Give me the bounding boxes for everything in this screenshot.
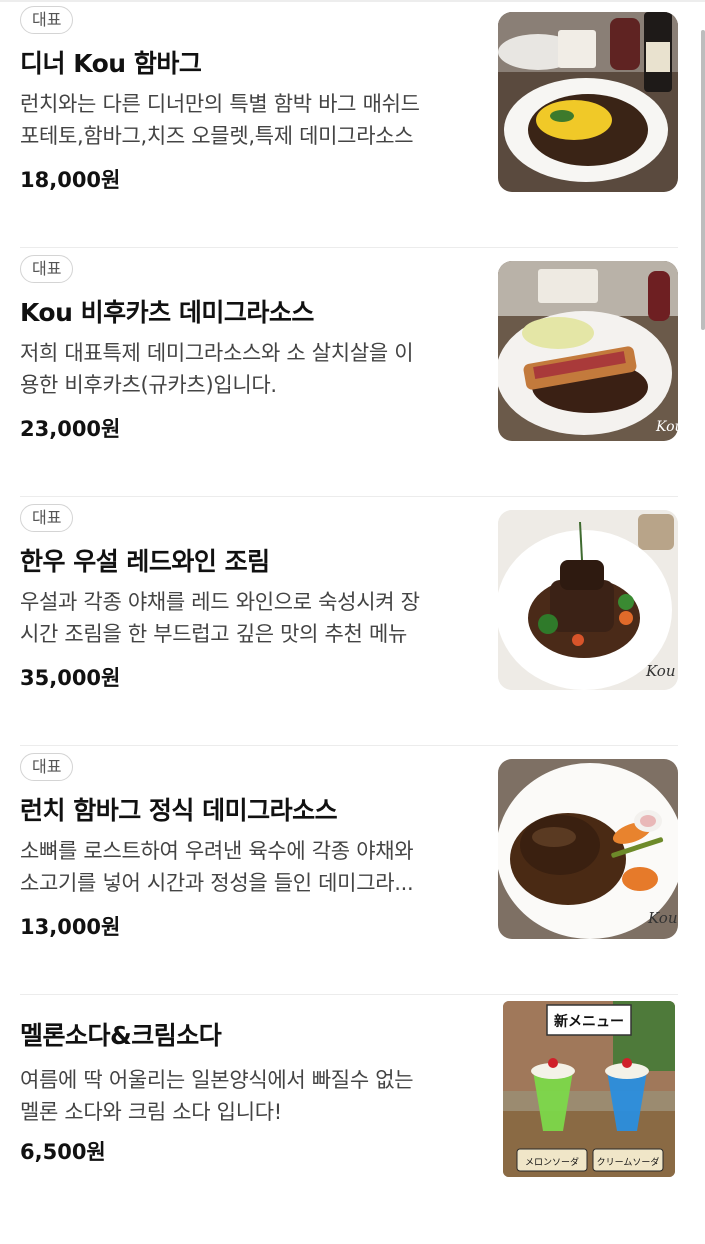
menu-item-description: 여름에 딱 어울리는 일본양식에서 빠질수 없는 멜론 소다와 크림 소다 입니다… <box>20 1068 414 1124</box>
beef-tongue-stew-photo[interactable]: Kou <box>498 510 678 690</box>
signature-badge: 대표 <box>20 504 74 532</box>
menu-item-title: 런치 함바그 정식 데미그라소스 <box>20 796 338 825</box>
item-divider <box>20 247 678 248</box>
svg-text:新メニュー: 新メニュー <box>554 1013 624 1030</box>
menu-item-price: 6,500원 <box>20 1140 106 1164</box>
menu-item-title: Kou 비후카츠 데미그라소스 <box>20 298 314 327</box>
hamburg-steak-dinner-photo[interactable] <box>498 12 678 192</box>
svg-text:Kou: Kou <box>645 662 676 680</box>
menu-item[interactable]: 멜론소다&크림소다 여름에 딱 어울리는 일본양식에서 빠질수 없는 멜론 소다와… <box>0 996 705 1244</box>
menu-item[interactable]: 대표 디너 Kou 함바그 런치와는 다른 디너만의 특별 함박 바그 매쉬드 포… <box>0 0 705 248</box>
menu-item-title: 한우 우설 레드와인 조림 <box>20 547 270 576</box>
signature-badge: 대표 <box>20 6 74 34</box>
svg-text:メロンソーダ: メロンソーダ <box>525 1156 579 1168</box>
menu-item-title: 디너 Kou 함바그 <box>20 49 202 78</box>
svg-text:Kou: Kou <box>647 909 678 927</box>
signature-badge: 대표 <box>20 753 74 781</box>
menu-item-description: 저희 대표특제 데미그라소스와 소 살치살을 이 용한 비후카츠(규카츠)입니다. <box>20 341 414 397</box>
melon-cream-soda-photo[interactable]: 新メニュー メロンソーダ クリームソーダ <box>503 1001 675 1177</box>
menu-item-price: 13,000원 <box>20 915 121 939</box>
beef-katsu-photo[interactable]: Kou <box>498 261 678 441</box>
menu-item[interactable]: 대표 한우 우설 레드와인 조림 우설과 각종 야채를 레드 와인으로 숙성시켜… <box>0 498 705 746</box>
item-divider <box>20 994 678 995</box>
menu-item-description: 런치와는 다른 디너만의 특별 함박 바그 매쉬드 포테토,함바그,치즈 오믈렛,… <box>20 92 420 148</box>
svg-text:クリームソーダ: クリームソーダ <box>597 1156 660 1168</box>
signature-badge: 대표 <box>20 255 74 283</box>
item-divider <box>20 496 678 497</box>
lunch-hamburg-photo[interactable]: Kou <box>498 759 678 939</box>
menu-item-price: 23,000원 <box>20 417 121 441</box>
menu-item-price: 35,000원 <box>20 666 121 690</box>
item-divider <box>20 745 678 746</box>
menu-item-price: 18,000원 <box>20 168 121 192</box>
menu-item-title: 멜론소다&크림소다 <box>20 1021 222 1050</box>
menu-item[interactable]: 대표 런치 함바그 정식 데미그라소스 소뼈를 로스트하여 우려낸 육수에 각종… <box>0 747 705 995</box>
svg-text:Kou: Kou <box>655 419 678 435</box>
menu-item[interactable]: 대표 Kou 비후카츠 데미그라소스 저희 대표특제 데미그라소스와 소 살치살… <box>0 249 705 497</box>
menu-item-description: 우설과 각종 야채를 레드 와인으로 숙성시켜 장 시간 조림을 한 부드럽고 깊… <box>20 590 420 646</box>
menu-item-description: 소뼈를 로스트하여 우려낸 육수에 각종 야채와 소고기를 넣어 시간과 정성을 … <box>20 839 414 895</box>
